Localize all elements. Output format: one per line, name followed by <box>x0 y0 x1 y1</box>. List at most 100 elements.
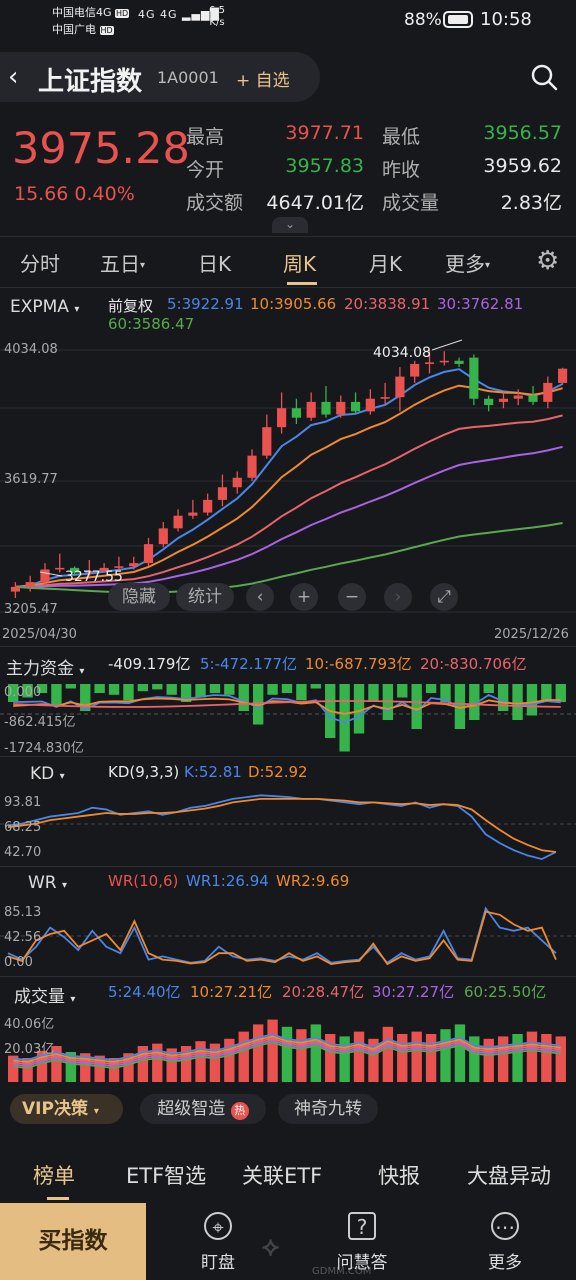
ma20-value: 20:3838.91 <box>344 295 431 313</box>
volume-label: 成交量 <box>382 192 440 214</box>
candle-body <box>498 398 509 402</box>
watermark-text: GDMM.COM <box>312 1266 372 1277</box>
y-axis-mid: 3619.77 <box>4 472 58 487</box>
super-zhizao-button[interactable]: 超级智造 热 <box>140 1094 266 1124</box>
candle-body <box>484 398 494 406</box>
price-change: 15.66 0.40% <box>14 183 135 205</box>
tab-more[interactable]: 更多▾ <box>445 248 490 277</box>
tab-market-move[interactable]: 大盘异动 <box>467 1160 551 1190</box>
hot-icon: 热 <box>230 1102 249 1120</box>
volume-bar <box>397 1034 408 1082</box>
candle-body <box>217 487 228 500</box>
tab-weekly-k[interactable]: 周K <box>283 248 316 277</box>
indicator-select-wr[interactable]: WR ▾ <box>28 873 67 893</box>
fund-bar <box>94 684 105 693</box>
candle-body <box>395 376 405 398</box>
add-watchlist-button[interactable]: + 自选 <box>236 66 290 91</box>
wr2-line <box>7 910 557 966</box>
ma10-value: 10:3905.66 <box>250 295 337 313</box>
volume-bar <box>267 1019 278 1082</box>
fund-bar <box>497 684 509 711</box>
amount-value: 4647.01亿 <box>266 192 364 214</box>
fund-bar <box>123 684 134 701</box>
zoom-in-icon[interactable]: + <box>290 583 318 611</box>
d-line <box>7 797 557 853</box>
wr-axis-top: 85.13 <box>4 905 42 920</box>
volume-bar <box>195 1041 206 1082</box>
expand-chevron-icon[interactable]: ⌄ <box>272 217 308 233</box>
hide-button[interactable]: 隐藏 <box>108 583 170 611</box>
divider <box>0 976 576 977</box>
fund-bar <box>238 684 249 711</box>
indicator-select-volume[interactable]: 成交量 ▾ <box>14 982 75 1007</box>
target-icon[interactable]: ⌖ <box>204 1212 232 1240</box>
fund-bar <box>108 684 120 695</box>
volume-bar <box>382 1026 394 1082</box>
tab-daily-k[interactable]: 日K <box>198 248 231 277</box>
page-title: 上证指数 <box>38 67 143 97</box>
volume-bar <box>497 1036 509 1082</box>
indicator-select-expma[interactable]: EXPMA ▾ <box>10 297 79 317</box>
ma5-value: 5:3922.91 <box>167 295 244 313</box>
vol-10: 10:27.21亿 <box>190 983 273 1001</box>
search-icon[interactable] <box>529 62 559 92</box>
candle-body <box>129 563 139 567</box>
volume-bar <box>238 1031 249 1082</box>
wr-chart <box>0 906 576 966</box>
battery-icon <box>443 11 473 28</box>
more-button[interactable]: 更多 <box>465 1248 545 1273</box>
low-value: 3956.57 <box>483 122 562 144</box>
question-icon[interactable]: ? <box>348 1212 376 1240</box>
tab-related-etf[interactable]: 关联ETF <box>242 1160 322 1190</box>
open-value: 3957.83 <box>285 155 364 177</box>
fullscreen-icon[interactable]: ⤢ <box>430 583 458 611</box>
fund-bar <box>166 684 177 695</box>
more-dots-icon[interactable]: ⋯ <box>491 1212 519 1240</box>
network-speed: 6.5 K/s <box>209 5 225 28</box>
y-axis-bottom: 3205.47 <box>4 602 58 617</box>
fund-bar <box>512 684 523 720</box>
back-icon[interactable]: ‹ <box>8 62 18 92</box>
volume-bar <box>555 1036 566 1082</box>
prev-close-label: 昨收 <box>382 159 421 181</box>
fund-bar <box>483 684 494 693</box>
candle-body <box>454 360 464 364</box>
tab-intraday[interactable]: 分时 <box>20 248 60 277</box>
candle-body <box>439 360 449 363</box>
k-line <box>7 794 557 861</box>
y-axis-top: 4034.08 <box>4 342 58 357</box>
fund-chart <box>0 684 576 752</box>
tab-five-day[interactable]: 五日▾ <box>100 248 145 277</box>
indicator-select-kd[interactable]: KD ▾ <box>30 764 65 784</box>
candle-body <box>380 397 390 399</box>
prev-close-value: 3959.62 <box>483 155 562 177</box>
fund-bar <box>425 684 437 693</box>
buy-index-button[interactable]: 买指数 <box>0 1203 146 1280</box>
volume-bar <box>353 1031 365 1082</box>
gear-icon[interactable]: ⚙ <box>536 246 559 276</box>
tab-monthly-k[interactable]: 月K <box>369 248 402 277</box>
volume-chart <box>8 1019 566 1082</box>
tab-rankings[interactable]: 榜单 <box>33 1160 75 1190</box>
candle-body <box>262 427 272 456</box>
high-value: 3977.71 <box>285 122 364 144</box>
fund-bar <box>310 684 321 689</box>
carrier-1: 中国电信4G HD <box>52 6 130 19</box>
candle-body <box>336 401 346 415</box>
vip-decision-button[interactable]: VIP决策 ▾ <box>10 1094 123 1124</box>
volume-bar <box>440 1029 451 1082</box>
tab-news-flash[interactable]: 快报 <box>378 1160 420 1190</box>
candle-body <box>158 528 168 545</box>
prev-arrow-icon[interactable]: ‹ <box>246 583 274 611</box>
fund-bar <box>224 684 235 695</box>
tab-etf-select[interactable]: ETF智选 <box>126 1160 206 1190</box>
watch-button[interactable]: 盯盘 <box>178 1248 258 1273</box>
zoom-out-icon[interactable]: − <box>338 583 366 611</box>
candle-body <box>188 512 198 516</box>
magic-nine-button[interactable]: 神奇九转 <box>278 1094 378 1124</box>
stats-button[interactable]: 统计 <box>176 583 234 611</box>
adjust-mode: 前复权 <box>108 297 154 315</box>
next-arrow-icon[interactable]: › <box>384 583 412 611</box>
candle-body <box>40 569 50 583</box>
candle-body <box>321 401 331 415</box>
